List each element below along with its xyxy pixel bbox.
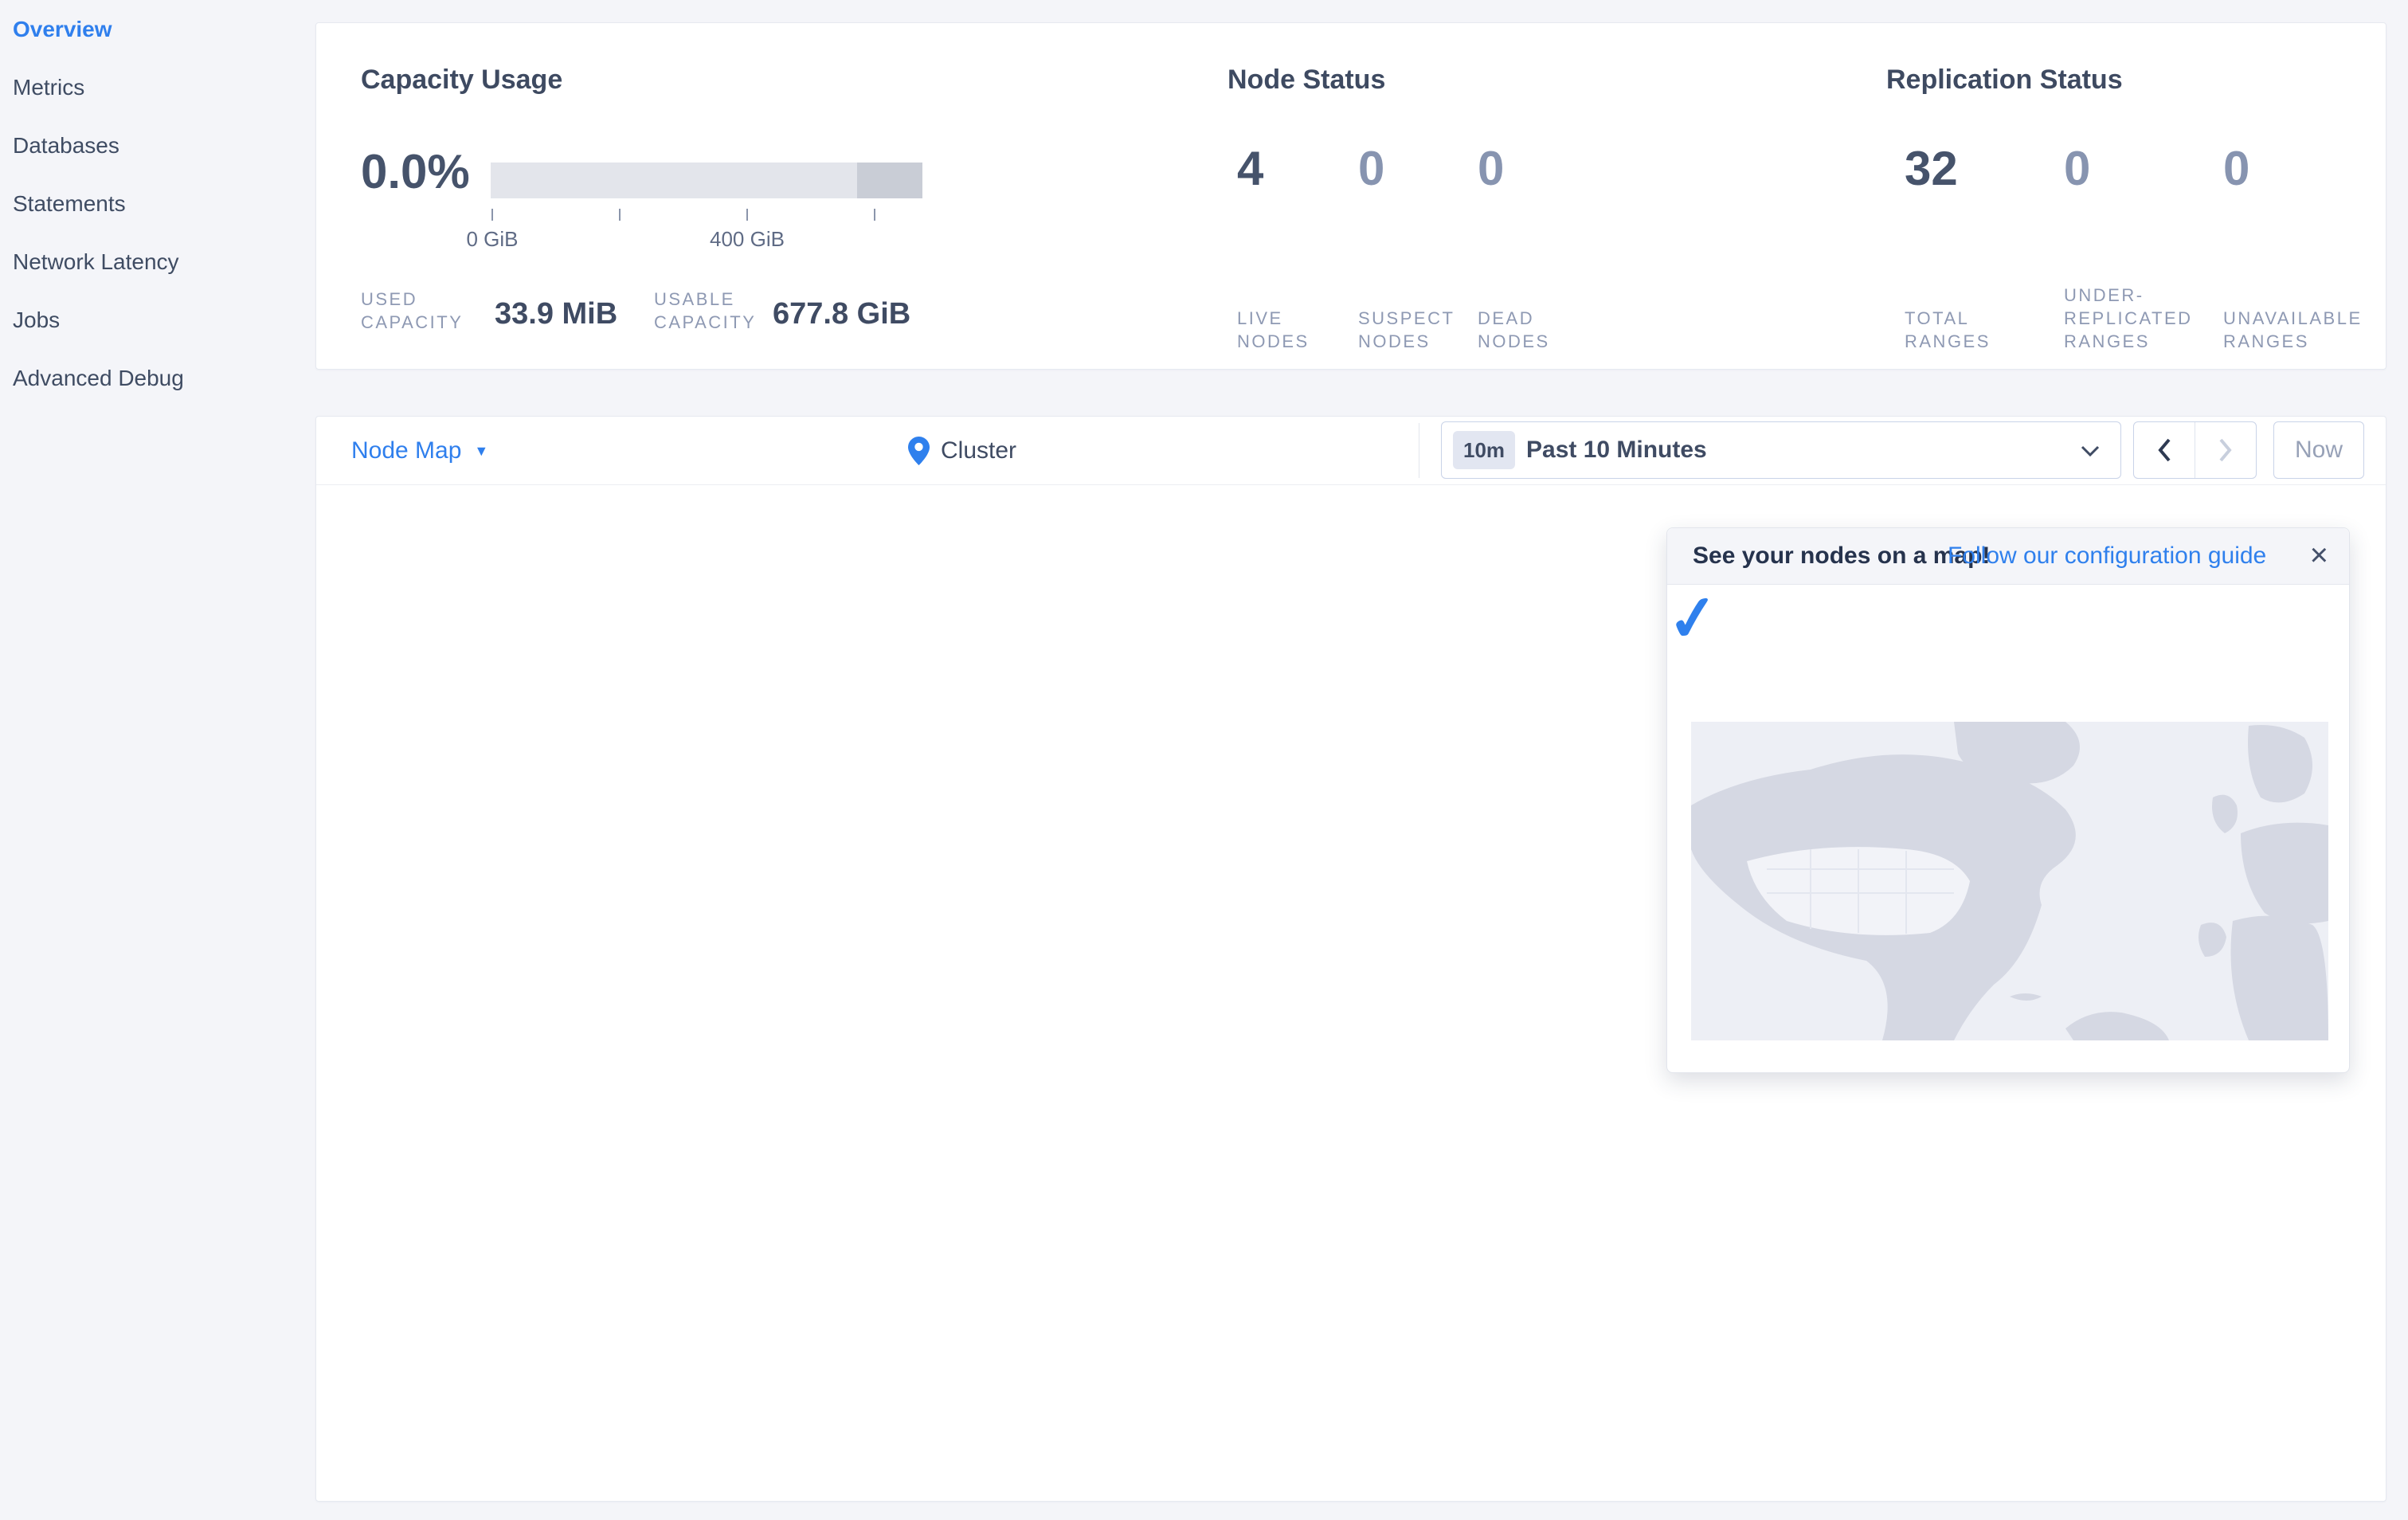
node-status-stats: 4 LIVE NODES 0 SUSPECT NODES 0 DEAD NODES: [1237, 141, 1621, 358]
axis-tick: [619, 209, 621, 221]
replication-status-stats: 32 TOTAL RANGES 0 UNDER- REPLICATED RANGES 0 UNA…: [1905, 141, 2408, 358]
node-status-title: Node Status: [1227, 65, 1386, 95]
stat-column: 4 LIVE NODES: [1237, 141, 1358, 358]
capacity-bar-reserved: [857, 163, 922, 198]
axis-tick: [874, 209, 875, 221]
stat-column: 0 DEAD NODES: [1478, 141, 1621, 358]
next-interval-button[interactable]: [2195, 422, 2256, 478]
sidebar-item-jobs[interactable]: Jobs: [0, 291, 315, 349]
used-capacity-value: 33.9 MiB: [495, 297, 618, 331]
prev-interval-button[interactable]: [2134, 422, 2195, 478]
configuration-guide-link[interactable]: Follow our configuration guide: [1948, 528, 2266, 584]
sidebar-item-advanced-debug[interactable]: Advanced Debug: [0, 349, 315, 407]
capacity-bar: [491, 163, 922, 198]
stat-label: LIVE NODES: [1237, 308, 1310, 351]
axis-tick: [491, 209, 493, 221]
stat-label: TOTAL RANGES: [1905, 308, 1991, 351]
map-toolbar: Node Map ▼ Cluster 10m Past 10 Minutes No…: [316, 417, 2386, 485]
world-map-shapes: [1691, 722, 2328, 1040]
breadcrumb[interactable]: Cluster: [941, 417, 1016, 484]
chevron-down-icon: [2081, 445, 2100, 460]
axis-tick-label: 0 GiB: [466, 227, 519, 251]
replication-status-title: Replication Status: [1886, 65, 2123, 95]
world-map-preview: [1691, 722, 2328, 1040]
tooltip-header: See your nodes on a map! Follow our conf…: [1667, 528, 2349, 585]
stat-label: SUSPECT NODES: [1358, 308, 1455, 351]
sidebar-item-overview[interactable]: Overview: [0, 0, 315, 58]
view-selector-label: Node Map: [351, 437, 462, 464]
axis-tick: [746, 209, 748, 221]
sidebar: Overview Metrics Databases Statements Networ…: [0, 0, 315, 1520]
step-done-check-icon: ✓: [1663, 580, 1723, 656]
capacity-usage-title: Capacity Usage: [361, 65, 563, 95]
sidebar-item-network-latency[interactable]: Network Latency: [0, 233, 315, 291]
stat-column: 0 UNAVAILABLE RANGES: [2223, 141, 2408, 358]
sidebar-item-databases[interactable]: Databases: [0, 116, 315, 174]
stat-value: 32: [1905, 142, 1958, 195]
stat-value: 4: [1237, 142, 1264, 195]
used-capacity-label: USED CAPACITY: [361, 289, 464, 332]
close-icon[interactable]: ×: [2310, 528, 2328, 584]
time-step-buttons: [2133, 421, 2257, 479]
stat-value: 0: [2064, 142, 2091, 195]
now-button[interactable]: Now: [2273, 421, 2364, 479]
time-range-dropdown[interactable]: 10m Past 10 Minutes: [1441, 421, 2121, 479]
sidebar-item-metrics[interactable]: Metrics: [0, 58, 315, 116]
stat-column: 0 SUSPECT NODES: [1358, 141, 1478, 358]
time-range-badge: 10m: [1453, 431, 1516, 469]
stat-label: DEAD NODES: [1478, 308, 1550, 351]
stat-column: 32 TOTAL RANGES: [1905, 141, 2064, 358]
usable-capacity-label: USABLE CAPACITY: [654, 289, 757, 332]
location-pin-icon: [908, 437, 930, 469]
capacity-percent: 0.0%: [361, 145, 470, 198]
stat-value: 0: [2223, 142, 2250, 195]
stat-value: 0: [1358, 142, 1385, 195]
time-range-value: Past 10 Minutes: [1526, 437, 1707, 463]
caret-down-icon: ▼: [474, 443, 489, 459]
locality-setup-tooltip: See your nodes on a map! Follow our conf…: [1663, 527, 2350, 1073]
stat-value: 0: [1478, 142, 1505, 195]
axis-tick-label: 400 GiB: [710, 227, 785, 251]
view-selector-dropdown[interactable]: Node Map ▼: [351, 417, 488, 484]
stat-label: UNDER- REPLICATED RANGES: [2064, 285, 2193, 351]
cluster-summary-panel: Capacity Usage 0.0% 0 GiB 400 GiB USED CA…: [315, 22, 2386, 370]
stat-column: 0 UNDER- REPLICATED RANGES: [2064, 141, 2223, 358]
stat-label: UNAVAILABLE RANGES: [2223, 308, 2363, 351]
tooltip-title: See your nodes on a map!: [1693, 543, 1991, 569]
usable-capacity-value: 677.8 GiB: [773, 297, 911, 331]
sidebar-item-statements[interactable]: Statements: [0, 174, 315, 233]
